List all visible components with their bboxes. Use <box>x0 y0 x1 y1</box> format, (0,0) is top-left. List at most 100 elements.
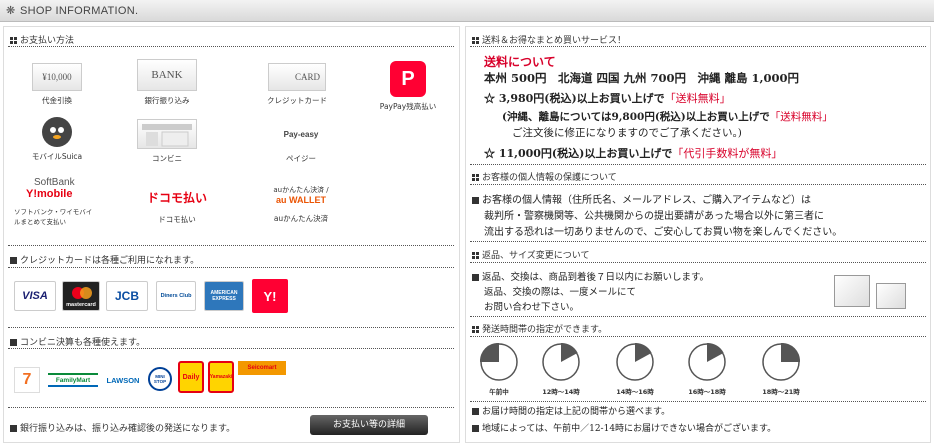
shipping-subheading: 送料について <box>484 55 556 69</box>
divider <box>470 184 926 185</box>
grid-bullet-icon <box>472 174 479 181</box>
payment-suica: モバイルSuica <box>22 117 92 162</box>
grid-bullet-icon <box>472 326 479 333</box>
square-bullet-icon <box>472 274 479 281</box>
bank-transfer-note: 銀行振り込みは、振り込み確認後の発送になります。 <box>10 421 235 434</box>
payment-softbank: SoftBank Y!mobile ソフトバンク・ワイモバイ ルまとめて支払い <box>14 177 104 226</box>
privacy-text-1: お客様の個人情報（住所氏名、メールアドレス、ご購入アイテムなど）は <box>472 191 811 206</box>
privacy-text-3: 流出する恐れは一切ありませんので、ご安心してお買い物を楽しんでください。 <box>484 227 843 238</box>
payment-au: auかんたん決済 / au WALLET auかんたん決済 <box>256 185 346 224</box>
au-wallet-logo: au WALLET <box>276 195 326 205</box>
shipping-heading: 送料＆お得なまとめ買いサービス！ <box>472 33 626 46</box>
divider <box>8 348 454 349</box>
payment-methods-heading: お支払い方法 <box>10 33 74 46</box>
payment-column: お支払い方法 ¥10,000 代金引換 BANK 銀行振り込み CARD クレジ… <box>3 26 460 443</box>
square-bullet-icon <box>10 339 17 346</box>
delivery-note-1: お届け時間の指定は上記の間帯から選べます。 <box>472 404 670 417</box>
suica-icon <box>42 117 72 147</box>
mastercard-icon: mastercard <box>62 281 100 311</box>
delivery-note-2: 地域によっては、午前中／12-14時にお届けできない場合がございます。 <box>472 421 776 434</box>
divider <box>470 241 926 242</box>
slot-label: 午前中 <box>489 388 509 396</box>
slot-label: 14時～16時 <box>616 388 654 396</box>
returns-text-3: お問い合わせ下さい。 <box>484 302 580 313</box>
info-column: 送料＆お得なまとめ買いサービス！ 送料について 本州 500円 北海道 四国 九… <box>465 26 931 443</box>
returns-text-1: 返品、交換は、商品到着後７日以内にお願いします。 <box>472 269 709 283</box>
page-title: SHOP INFORMATION. <box>20 5 139 17</box>
payment-payeasy: Pay-easy ペイジー <box>266 119 336 164</box>
cash-icon: ¥10,000 <box>32 63 82 91</box>
square-bullet-icon <box>10 257 17 264</box>
au-icon: auかんたん決済 / <box>273 186 329 194</box>
clock-icon <box>616 342 654 381</box>
box-icon <box>876 283 906 309</box>
okinawa-line: (沖縄、離島については9,800円(税込)以上お買い上げで「送料無料」 <box>502 111 833 123</box>
credit-card-heading: クレジットカードは各種ご利用になれます。 <box>10 253 199 266</box>
delivery-heading: 発送時間帯の指定ができます。 <box>472 322 607 335</box>
shop-info-header: ❋ SHOP INFORMATION. <box>0 0 934 22</box>
familymart-icon: FamilyMart <box>48 373 98 387</box>
daily-yamazaki-icon: Daily <box>178 361 204 393</box>
ymobile-logo: Y!mobile <box>26 188 73 200</box>
slot-label: 12時～14時 <box>542 388 580 396</box>
amex-icon: AMERICAN EXPRESS <box>204 281 244 311</box>
payment-bank: BANK 銀行振り込み <box>132 59 202 106</box>
grid-bullet-icon <box>10 37 17 44</box>
divider <box>470 46 926 47</box>
seven-eleven-icon: 7 <box>14 367 40 393</box>
free-shipping-line: ☆ 3,980円(税込)以上お買い上げで「送料無料」 <box>484 92 731 105</box>
returns-heading: 返品、サイズ変更について <box>472 248 589 261</box>
jcb-icon: JCB <box>106 281 148 311</box>
shipping-rates: 本州 500円 北海道 四国 九州 700円 沖縄 離島 1,000円 <box>484 71 800 85</box>
convenience-store-icon <box>137 119 197 149</box>
divider <box>470 336 926 337</box>
card-icon: CARD <box>268 63 326 91</box>
payment-docomo: ドコモ払い ドコモ払い <box>132 189 222 225</box>
slot-label: 18時～21時 <box>762 388 800 396</box>
payeasy-icon: Pay-easy <box>283 129 319 139</box>
clock-icon <box>479 342 518 381</box>
divider <box>470 262 926 263</box>
divider <box>8 46 454 47</box>
square-bullet-icon <box>472 408 479 415</box>
convenience-heading: コンビニ決算も各種使えます。 <box>10 335 145 348</box>
docomo-icon: ドコモ払い <box>146 191 207 205</box>
payment-details-button[interactable]: お支払い等の詳細 <box>310 415 428 435</box>
privacy-text-2: 裁判所・警察機関等、公共機関からの提出要請があった場合以外に第三者に <box>484 211 824 222</box>
square-bullet-icon <box>472 425 479 432</box>
bank-icon: BANK <box>137 59 197 91</box>
divider <box>8 245 454 246</box>
divider <box>470 164 926 165</box>
square-bullet-icon <box>10 425 17 432</box>
divider <box>8 407 454 408</box>
seicomart-icon: Seicomart <box>238 361 286 375</box>
visa-icon: VISA <box>14 281 56 311</box>
clock-icon <box>688 342 726 381</box>
slot-label: 16時～18時 <box>688 388 726 396</box>
payment-paypay: P PayPay残高払い <box>370 61 446 112</box>
payment-convenience: コンビニ <box>132 119 202 164</box>
yahoo-card-icon: Y! <box>252 279 288 313</box>
payment-card: CARD クレジットカード <box>257 63 337 106</box>
privacy-heading: お客様の個人情報の保護について <box>472 170 617 183</box>
divider <box>470 316 926 317</box>
grid-bullet-icon <box>472 37 479 44</box>
box-icon <box>834 275 870 307</box>
paypay-icon: P <box>390 61 426 97</box>
divider <box>8 267 454 268</box>
divider <box>470 401 926 402</box>
payment-cod: ¥10,000 代金引換 <box>22 63 92 106</box>
clock-icon <box>762 342 801 381</box>
diners-icon: Diners Club <box>156 281 196 311</box>
flower-icon: ❋ <box>6 4 16 17</box>
returns-text-2: 返品、交換の際は、一度メールにて <box>484 287 637 298</box>
okinawa-note: ご注文後に修正になりますのでご了承ください。) <box>512 127 742 139</box>
cod-free-line: ☆ 11,000円(税込)以上お買い上げで「代引手数料が無料」 <box>484 147 783 160</box>
square-bullet-icon <box>472 197 479 204</box>
ministop-icon: MINI STOP <box>148 367 172 391</box>
grid-bullet-icon <box>472 252 479 259</box>
yamazaki-icon: Yamazaki <box>208 361 234 393</box>
lawson-icon: LAWSON <box>106 375 140 385</box>
softbank-icon: SoftBank <box>34 177 75 188</box>
divider <box>8 327 454 328</box>
